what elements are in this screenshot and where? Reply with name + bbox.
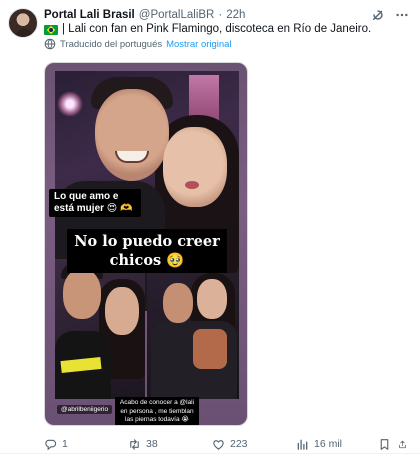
tweet-text: | Lali con fan en Pink Flamingo, discote… bbox=[44, 22, 410, 37]
man-face bbox=[63, 269, 101, 319]
caption-small: Acabo de conocer a @lali en persona , me… bbox=[115, 397, 199, 425]
like-button[interactable]: 223 bbox=[212, 438, 296, 451]
grok-icon[interactable] bbox=[370, 7, 386, 23]
post-time[interactable]: 22h bbox=[226, 9, 245, 21]
share-button[interactable] bbox=[398, 438, 412, 451]
globe-icon bbox=[44, 38, 56, 50]
tweet[interactable]: Portal Lali Brasil @PortalLaliBR · 22h |… bbox=[0, 0, 420, 454]
translation-note: Traducido del portugués Mostrar original bbox=[44, 38, 232, 50]
repost-icon bbox=[130, 438, 139, 450]
repost-count: 38 bbox=[146, 438, 158, 450]
bottom-right-photo bbox=[147, 273, 239, 399]
author-handle[interactable]: @PortalLaliBR bbox=[139, 9, 215, 21]
views-count: 16 mil bbox=[314, 438, 343, 450]
brazil-flag-icon bbox=[44, 24, 58, 35]
reply-count: 1 bbox=[62, 438, 68, 450]
club-light bbox=[57, 91, 83, 117]
like-count: 223 bbox=[230, 438, 248, 450]
bottom-left-photo bbox=[55, 259, 145, 399]
bookmark-button[interactable] bbox=[378, 438, 398, 451]
reply-button[interactable]: 1 bbox=[44, 438, 128, 451]
man-face bbox=[95, 89, 169, 181]
caption-love: Lo que amo e está mujer 😍 🫶 bbox=[49, 189, 141, 217]
tweet-body: | Lali con fan en Pink Flamingo, discote… bbox=[62, 23, 372, 35]
share-icon bbox=[399, 440, 406, 448]
man-face bbox=[163, 283, 193, 323]
repost-button[interactable]: 38 bbox=[128, 438, 212, 451]
views-button[interactable]: 16 mil bbox=[296, 438, 378, 451]
author-name[interactable]: Portal Lali Brasil bbox=[44, 9, 135, 21]
woman-face bbox=[163, 127, 227, 207]
show-original-link[interactable]: Mostrar original bbox=[166, 39, 231, 50]
caption-main: No lo puedo creer chicos 🥹 bbox=[67, 229, 227, 273]
woman-face bbox=[105, 287, 139, 335]
like-icon bbox=[213, 439, 224, 450]
action-bar: 1 38 223 16 mil bbox=[44, 436, 412, 452]
separator-dot: · bbox=[218, 9, 223, 21]
instagram-tag: @abrilbeniigerio bbox=[57, 405, 113, 414]
bookmark-icon bbox=[380, 438, 389, 450]
reply-icon bbox=[45, 439, 57, 450]
woman-top bbox=[193, 329, 227, 369]
avatar[interactable] bbox=[8, 8, 38, 38]
more-icon[interactable] bbox=[394, 7, 410, 23]
woman-face bbox=[197, 279, 227, 319]
translated-label: Traducido del portugués bbox=[60, 38, 163, 50]
woman-lips bbox=[185, 181, 199, 189]
tweet-image[interactable]: Lo que amo e está mujer 😍 🫶 No lo puedo … bbox=[44, 62, 248, 426]
views-icon bbox=[297, 439, 308, 450]
